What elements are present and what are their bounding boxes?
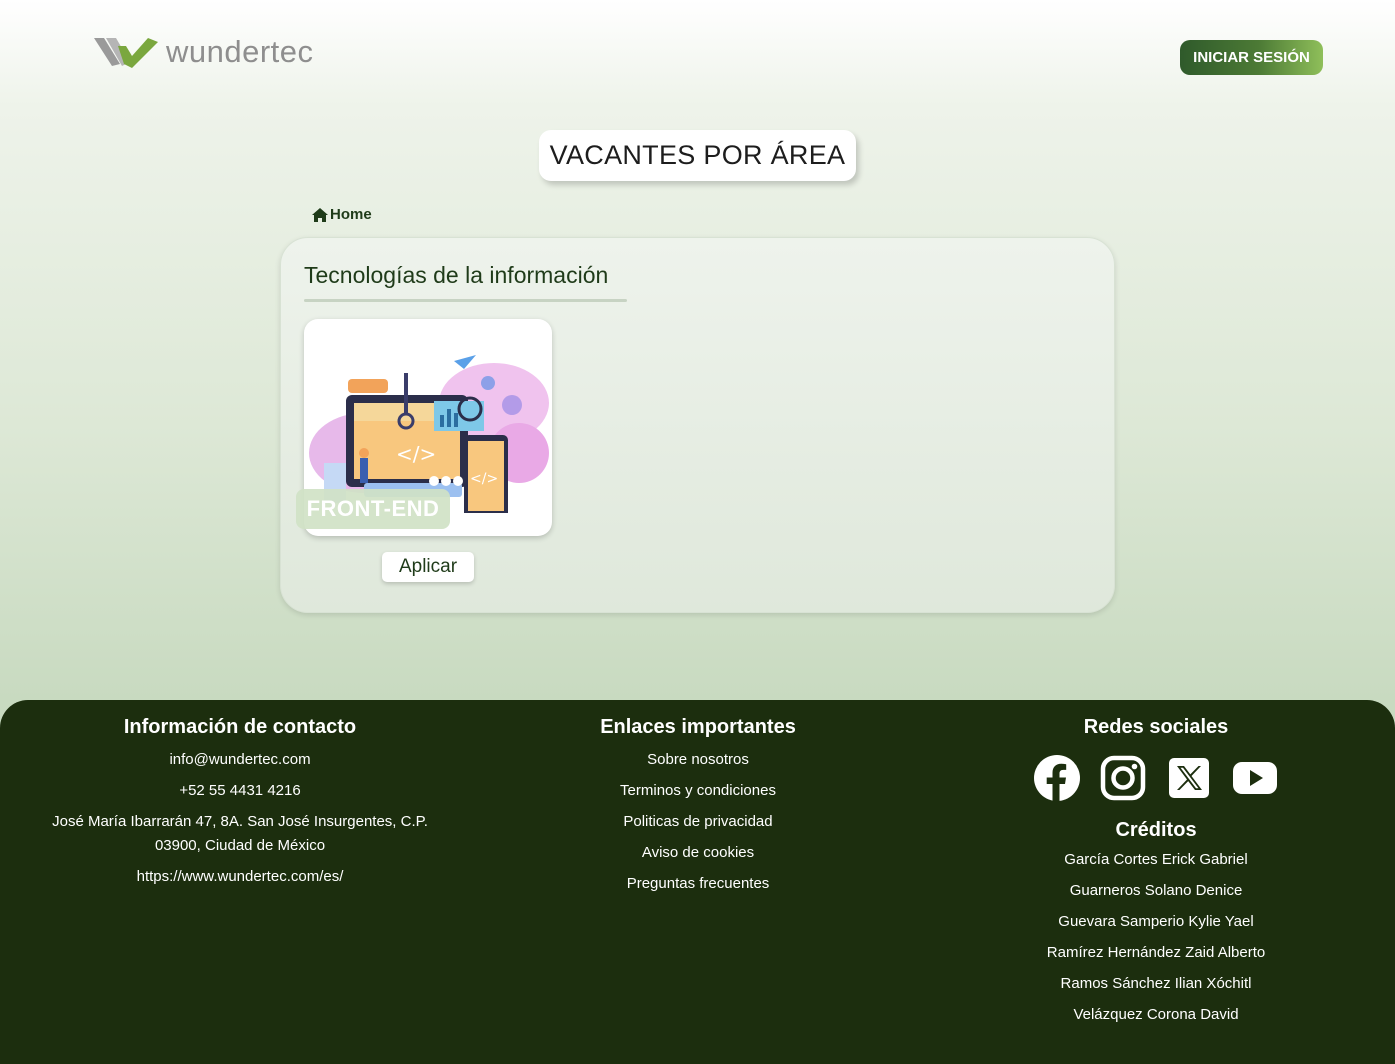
credits-title: Créditos (1115, 819, 1197, 841)
section-title: Tecnologías de la información (304, 262, 609, 288)
links-column: Enlaces importantes Sobre nosotros Termi… (548, 716, 848, 903)
contact-title: Información de contacto (123, 716, 357, 738)
page-title: VACANTES POR ÁREA (539, 130, 856, 181)
x-icon[interactable] (1166, 755, 1212, 801)
credit-name: García Cortes Erick Gabriel (1064, 851, 1248, 868)
links-title: Enlaces importantes (600, 716, 796, 738)
credit-name: Velázquez Corona David (1073, 1006, 1239, 1023)
contact-website[interactable]: https://www.wundertec.com/es/ (40, 865, 440, 889)
instagram-icon[interactable] (1100, 755, 1146, 801)
credit-name: Ramírez Hernández Zaid Alberto (1046, 944, 1266, 961)
svg-text:</>: </> (396, 442, 436, 466)
wundertec-logo-icon (94, 38, 158, 68)
link-cookies[interactable]: Aviso de cookies (548, 841, 848, 865)
logo[interactable]: wundertec (94, 32, 314, 72)
credit-name: Guarneros Solano Denice (1069, 882, 1243, 899)
apply-button[interactable]: Aplicar (382, 552, 474, 582)
contact-phone: +52 55 4431 4216 (179, 782, 301, 799)
contact-address: José María Ibarrarán 47, 8A. San José In… (52, 813, 428, 854)
vacancy-card[interactable]: </> </> FRONT-END (296, 319, 552, 536)
login-button[interactable]: INICIAR SESIÓN (1180, 40, 1323, 75)
frontend-illustration-icon: </> </> (309, 355, 549, 513)
svg-text:</>: </> (470, 471, 498, 487)
header: wundertec INICIAR SESIÓN (0, 0, 1395, 110)
home-icon (312, 207, 328, 222)
social-title: Redes sociales (1083, 716, 1229, 738)
breadcrumb-label: Home (330, 206, 372, 223)
logo-text: wundertec (166, 34, 314, 69)
area-panel: Tecnologías de la información </> </> FR… (280, 237, 1115, 613)
link-privacy[interactable]: Politicas de privacidad (548, 810, 848, 834)
contact-email[interactable]: info@wundertec.com (40, 748, 440, 772)
contact-column: Información de contacto info@wundertec.c… (40, 716, 440, 896)
credit-name: Guevara Samperio Kylie Yael (1058, 913, 1254, 930)
social-icons (1006, 755, 1306, 801)
card-label: FRONT-END (296, 489, 450, 529)
link-terms[interactable]: Terminos y condiciones (548, 779, 848, 803)
section-divider (304, 299, 627, 302)
link-about[interactable]: Sobre nosotros (548, 748, 848, 772)
facebook-icon[interactable] (1034, 755, 1080, 801)
breadcrumb-home[interactable]: Home (312, 206, 372, 223)
youtube-icon[interactable] (1232, 755, 1278, 801)
social-column: Redes sociales Créditos García Cortes Er… (1006, 716, 1306, 1034)
credit-name: Ramos Sánchez Ilian Xóchitl (1060, 975, 1252, 992)
footer: Información de contacto info@wundertec.c… (0, 700, 1395, 1064)
link-faq[interactable]: Preguntas frecuentes (548, 872, 848, 896)
